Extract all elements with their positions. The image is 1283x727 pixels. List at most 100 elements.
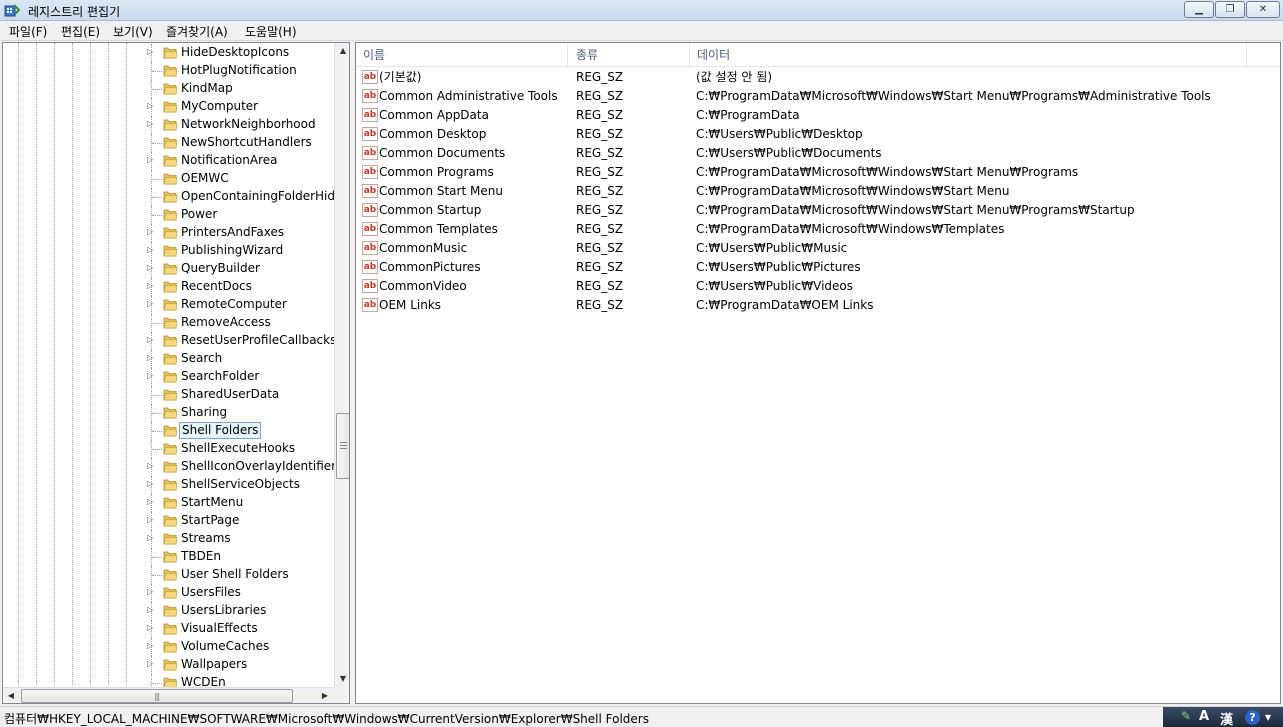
tree-node[interactable]: KindMap xyxy=(3,80,337,98)
expand-arrow-icon[interactable]: ▷ xyxy=(147,263,153,272)
expand-arrow-icon[interactable]: ▷ xyxy=(147,371,153,380)
expand-arrow-icon[interactable]: ▷ xyxy=(147,497,153,506)
tree-node[interactable]: ▷ StartPage xyxy=(3,512,337,530)
registry-value-row[interactable]: ab Common Desktop REG_SZ C:₩Users₩Public₩De… xyxy=(356,125,1276,144)
registry-value-row[interactable]: ab OEM Links REG_SZ C:₩ProgramData₩OEM Link… xyxy=(356,296,1276,315)
scroll-down-arrow-icon[interactable]: ▼ xyxy=(335,671,349,687)
registry-tree[interactable]: ▷ HideDesktopIcons HotPlugNotification Kind… xyxy=(2,42,350,704)
expand-arrow-icon[interactable]: ▷ xyxy=(147,281,153,290)
tree-node[interactable]: Sharing xyxy=(3,404,337,422)
registry-value-row[interactable]: ab (기본값) REG_SZ (값 설정 안 됨) xyxy=(356,68,1276,87)
tree-node[interactable]: NewShortcutHandlers xyxy=(3,134,337,152)
registry-value-row[interactable]: ab Common Programs REG_SZ C:₩ProgramData₩Mi… xyxy=(356,163,1276,182)
menu-file[interactable]: 파일(F) xyxy=(9,23,47,40)
minimize-button[interactable]: ▁ xyxy=(1184,1,1214,18)
tree-node[interactable]: OpenContainingFolderHidde xyxy=(3,188,349,206)
expand-arrow-icon[interactable]: ▷ xyxy=(147,641,153,650)
tree-node[interactable]: ▷ PrintersAndFaxes xyxy=(3,224,337,242)
tree-node[interactable]: Shell Folders xyxy=(3,422,337,440)
column-header-name[interactable]: 이름 xyxy=(356,43,568,67)
expand-arrow-icon[interactable]: ▷ xyxy=(147,119,153,128)
scroll-left-arrow-icon[interactable]: ◀ xyxy=(3,688,19,703)
tree-node-label: HideDesktopIcons xyxy=(181,45,290,59)
tree-node[interactable]: ▷ VisualEffects xyxy=(3,620,337,638)
tree-node[interactable]: ▷ SearchFolder xyxy=(3,368,337,386)
menu-help[interactable]: 도움말(H) xyxy=(245,23,297,40)
tree-node[interactable]: ▷ NetworkNeighborhood xyxy=(3,116,337,134)
tree-node[interactable]: ▷ Search xyxy=(3,350,337,368)
hanja-icon[interactable]: 漢 xyxy=(1220,709,1233,727)
expand-arrow-icon[interactable]: ▷ xyxy=(147,47,153,56)
expand-arrow-icon[interactable]: ▷ xyxy=(147,155,153,164)
maximize-button[interactable]: ❐ xyxy=(1215,1,1245,18)
tree-node[interactable]: ShellExecuteHooks xyxy=(3,440,337,458)
ime-mode-icon[interactable]: A xyxy=(1199,709,1209,724)
tree-node[interactable]: TBDEn xyxy=(3,548,337,566)
expand-arrow-icon[interactable]: ▷ xyxy=(147,101,153,110)
value-type: REG_SZ xyxy=(576,260,624,274)
tree-vertical-scrollbar[interactable]: ▲ ▼ xyxy=(334,43,349,687)
tree-node[interactable]: ▷ RecentDocs xyxy=(3,278,337,296)
scroll-right-arrow-icon[interactable]: ▶ xyxy=(317,688,333,703)
tree-horizontal-scrollbar[interactable]: ◀ ||| ▶ xyxy=(3,687,334,703)
expand-arrow-icon[interactable]: ▷ xyxy=(147,299,153,308)
tree-node[interactable]: ▷ MyComputer xyxy=(3,98,337,116)
ime-tool-icon[interactable]: ✎ xyxy=(1181,709,1191,723)
tree-node[interactable]: ▷ StartMenu xyxy=(3,494,337,512)
expand-arrow-icon[interactable]: ▷ xyxy=(147,227,153,236)
registry-value-row[interactable]: ab Common Administrative Tools REG_SZ C:₩Pr… xyxy=(356,87,1276,106)
registry-value-row[interactable]: ab Common Startup REG_SZ C:₩ProgramData₩Mic… xyxy=(356,201,1276,220)
tree-node[interactable]: OEMWC xyxy=(3,170,337,188)
registry-value-row[interactable]: ab Common AppData REG_SZ C:₩ProgramData xyxy=(356,106,1276,125)
registry-value-row[interactable]: ab Common Documents REG_SZ C:₩Users₩Public₩… xyxy=(356,144,1276,163)
expand-arrow-icon[interactable]: ▷ xyxy=(147,479,153,488)
tree-node[interactable]: ▷ RemoteComputer xyxy=(3,296,337,314)
values-list[interactable]: 이름 종류 데이터 ab (기본값) REG_SZ (값 설정 안 됨) ab Commo… xyxy=(355,42,1281,704)
column-header-type[interactable]: 종류 xyxy=(569,43,690,67)
scroll-up-arrow-icon[interactable]: ▲ xyxy=(335,43,349,59)
tree-node[interactable]: ▷ Streams xyxy=(3,530,337,548)
registry-value-row[interactable]: ab CommonPictures REG_SZ C:₩Users₩Public₩Pi… xyxy=(356,258,1276,277)
tree-node[interactable]: ▷ VolumeCaches xyxy=(3,638,337,656)
tree-node[interactable]: SharedUserData xyxy=(3,386,337,404)
expand-arrow-icon[interactable]: ▷ xyxy=(147,353,153,362)
expand-arrow-icon[interactable]: ▷ xyxy=(147,335,153,344)
tree-node[interactable]: ▷ Wallpapers xyxy=(3,656,337,674)
registry-value-row[interactable]: ab CommonVideo REG_SZ C:₩Users₩Public₩Video… xyxy=(356,277,1276,296)
tree-node[interactable]: ▷ UsersLibraries xyxy=(3,602,337,620)
menu-edit[interactable]: 편집(E) xyxy=(61,23,100,40)
registry-value-row[interactable]: ab CommonMusic REG_SZ C:₩Users₩Public₩Music xyxy=(356,239,1276,258)
folder-icon xyxy=(163,227,178,239)
close-button[interactable]: ✕ xyxy=(1246,1,1280,18)
tree-vscroll-thumb[interactable] xyxy=(336,413,349,479)
column-header-data[interactable]: 데이터 xyxy=(690,43,1247,67)
expand-arrow-icon[interactable]: ▷ xyxy=(147,245,153,254)
tree-node[interactable]: Power xyxy=(3,206,337,224)
tree-node[interactable]: RemoveAccess xyxy=(3,314,337,332)
help-icon[interactable]: ? xyxy=(1245,710,1260,725)
expand-arrow-icon[interactable]: ▷ xyxy=(147,605,153,614)
expand-arrow-icon[interactable]: ▷ xyxy=(147,623,153,632)
tree-node[interactable]: ▷ ShellServiceObjects xyxy=(3,476,337,494)
tree-node[interactable]: ▷ PublishingWizard xyxy=(3,242,337,260)
tree-node[interactable]: ▷ QueryBuilder xyxy=(3,260,337,278)
ime-options-icon[interactable]: ▼ xyxy=(1265,713,1271,722)
tree-node[interactable]: ▷ UsersFiles xyxy=(3,584,337,602)
tree-node[interactable]: ▷ ShellIconOverlayIdentifiers xyxy=(3,458,342,476)
menu-favorites[interactable]: 즐겨찾기(A) xyxy=(166,23,228,40)
tree-node[interactable]: HotPlugNotification xyxy=(3,62,337,80)
tree-node[interactable]: ▷ HideDesktopIcons xyxy=(3,44,337,62)
tree-node[interactable]: ▷ NotificationArea xyxy=(3,152,337,170)
registry-value-row[interactable]: ab Common Templates REG_SZ C:₩ProgramData₩M… xyxy=(356,220,1276,239)
registry-value-row[interactable]: ab Common Start Menu REG_SZ C:₩ProgramData₩… xyxy=(356,182,1276,201)
expand-arrow-icon[interactable]: ▷ xyxy=(147,659,153,668)
expand-arrow-icon[interactable]: ▷ xyxy=(147,533,153,542)
tree-node[interactable]: User Shell Folders xyxy=(3,566,337,584)
grip-icon: ||| xyxy=(154,692,160,701)
menu-view[interactable]: 보기(V) xyxy=(113,23,153,40)
expand-arrow-icon[interactable]: ▷ xyxy=(147,587,153,596)
tree-hscroll-thumb[interactable]: ||| xyxy=(21,689,293,703)
tree-node[interactable]: ▷ ResetUserProfileCallbacks xyxy=(3,332,337,350)
expand-arrow-icon[interactable]: ▷ xyxy=(147,515,153,524)
expand-arrow-icon[interactable]: ▷ xyxy=(147,461,153,470)
